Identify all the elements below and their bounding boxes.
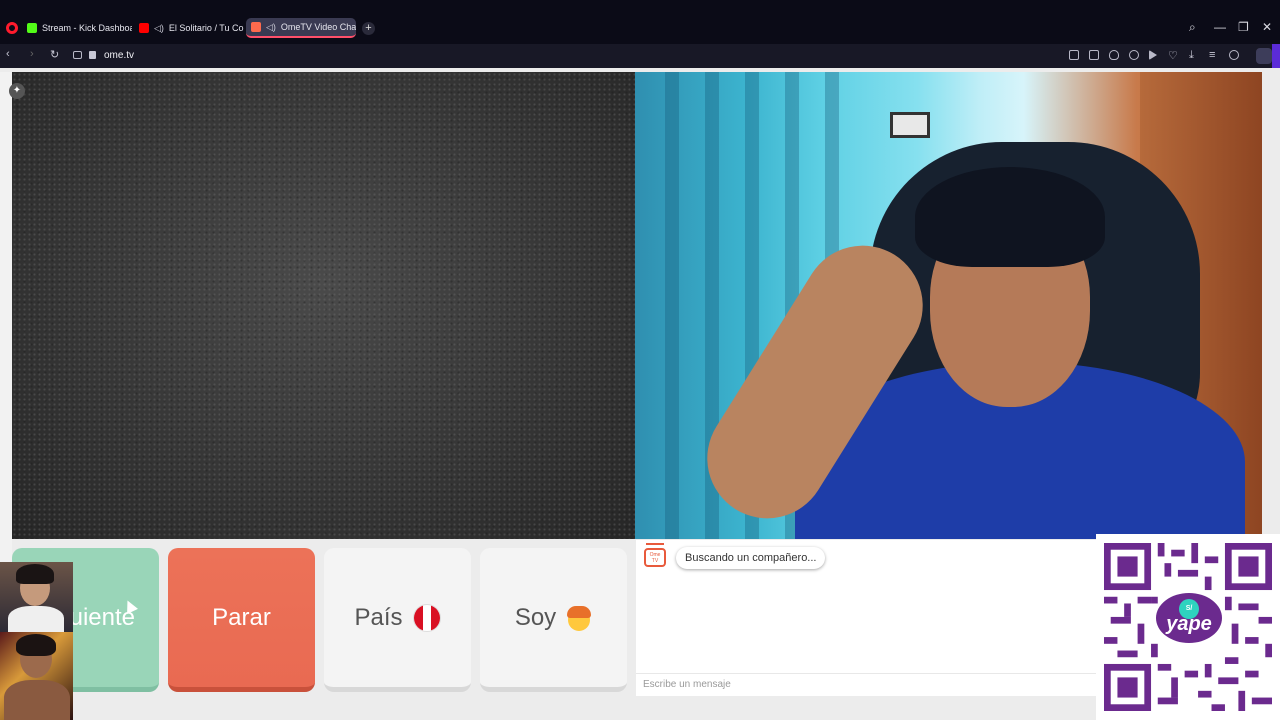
gender-button-label: Soy [514, 603, 557, 631]
tab-kick-dashboard[interactable]: Stream - Kick Dashboard [22, 18, 132, 38]
streamer-webcam-bottom [0, 632, 73, 720]
kick-icon [27, 23, 37, 33]
local-video [12, 72, 635, 539]
boy-emoji-icon [566, 605, 592, 631]
speaker-icon: ◁) [154, 22, 164, 33]
profile-icon[interactable] [1229, 50, 1239, 60]
youtube-icon [139, 23, 149, 33]
shield-icon[interactable] [1109, 50, 1119, 60]
menu-icon[interactable]: ≡ [1209, 49, 1215, 61]
vpn-icon[interactable] [1129, 50, 1139, 60]
ometv-icon [251, 22, 261, 32]
yape-logo: S/ yape [1153, 590, 1225, 646]
extensions-button[interactable] [1256, 48, 1272, 64]
close-icon[interactable]: ✕ [1262, 20, 1272, 34]
reload-icon[interactable]: ↻ [50, 48, 59, 61]
person-hair [915, 167, 1105, 267]
url-field[interactable]: ome.tv [104, 50, 134, 61]
yape-coin-icon: S/ [1179, 599, 1199, 619]
tab-label: OmeTV Video Chat - [280, 22, 356, 32]
address-bar [0, 44, 1280, 68]
snapshot-icon[interactable] [1089, 50, 1099, 60]
browser-tab-bar: Stream - Kick Dashboard ◁) El Solitario … [0, 0, 1280, 44]
stop-button[interactable]: Parar [168, 548, 315, 692]
remote-video [635, 72, 1262, 539]
download-icon[interactable]: ⤓ [1189, 49, 1194, 62]
country-button-label: País [354, 603, 403, 631]
camera-icon[interactable] [73, 51, 82, 59]
video-static-noise [12, 72, 635, 539]
tab-ometv[interactable]: ◁) OmeTV Video Chat - [246, 18, 356, 38]
forward-icon[interactable]: › [30, 48, 34, 60]
minimize-icon[interactable]: — [1214, 20, 1226, 34]
curtain-fold [665, 72, 679, 539]
heart-icon[interactable]: ♡ [1168, 49, 1178, 62]
edit-icon[interactable] [1069, 50, 1079, 60]
ometv-logo-icon: Ome TV [644, 543, 666, 567]
tab-label: El Solitario / Tu Conce [168, 23, 244, 33]
play-icon[interactable] [1149, 50, 1157, 60]
status-message: Buscando un compañero... [676, 547, 826, 569]
back-icon[interactable]: ‹ [6, 48, 10, 60]
light-switch [890, 112, 930, 138]
sidebar-edge [1272, 44, 1280, 68]
lock-icon [89, 51, 96, 59]
peru-flag-icon [412, 603, 441, 632]
gender-button[interactable]: Soy [480, 548, 627, 692]
new-tab-button[interactable]: + [362, 22, 375, 35]
message-input[interactable] [636, 673, 1096, 695]
restore-icon[interactable]: ❐ [1238, 20, 1249, 34]
search-icon[interactable]: ⌕ [1189, 20, 1196, 35]
tab-label: Stream - Kick Dashboard [42, 23, 132, 33]
ometv-logo-text: Ome TV [649, 552, 661, 564]
tab-el-solitario[interactable]: ◁) El Solitario / Tu Conce [134, 18, 244, 38]
streamer-webcam-top [0, 562, 73, 632]
stop-button-label: Parar [212, 603, 271, 631]
country-button[interactable]: País [324, 548, 471, 692]
opera-logo-icon[interactable] [6, 22, 18, 34]
sparkle-icon[interactable]: ✦ [9, 83, 25, 99]
speaker-icon: ◁) [266, 21, 276, 32]
